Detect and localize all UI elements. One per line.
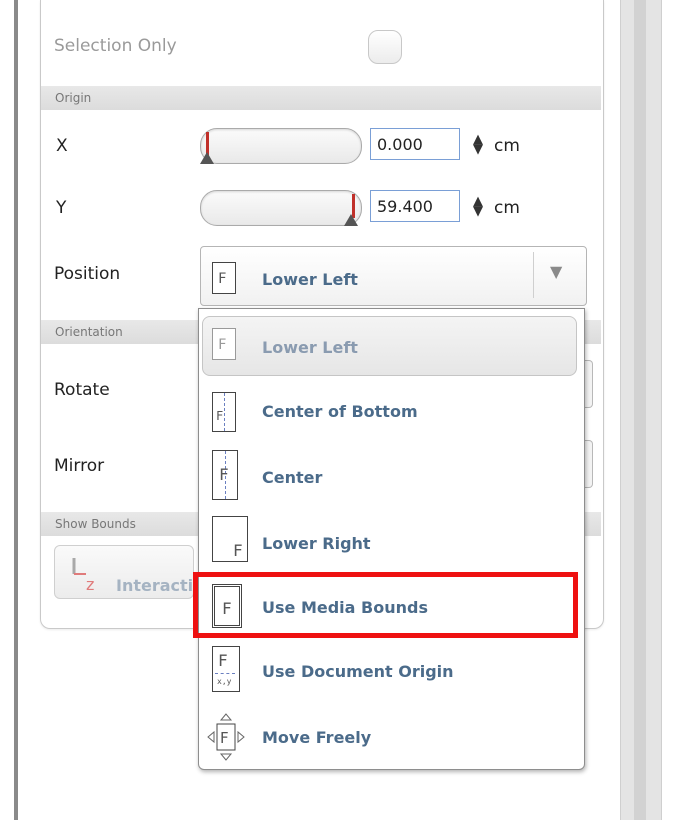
y-value-input[interactable]: 59.400 [370, 190, 460, 222]
option-move-freely[interactable] [204, 706, 574, 764]
x-slider-thumb[interactable] [200, 152, 214, 164]
option-label: Center [262, 468, 323, 487]
y-unit-label: cm [494, 198, 520, 218]
option-label: Center of Bottom [262, 402, 418, 421]
selection-only-label: Selection Only [54, 36, 177, 56]
scrollbar-track[interactable] [634, 0, 646, 820]
position-lower-right-icon: F [212, 516, 248, 562]
option-lower-left[interactable] [204, 318, 574, 376]
move-freely-icon: F [206, 712, 246, 762]
spin-down-icon[interactable]: ▼ [472, 205, 484, 218]
option-label: Move Freely [262, 728, 372, 747]
svg-text:z: z [86, 575, 94, 592]
position-combobox[interactable] [200, 246, 587, 306]
option-label: Use Document Origin [262, 662, 454, 681]
position-center-icon: F [212, 450, 238, 500]
x-spinner[interactable]: ▲ ▼ [472, 133, 484, 156]
selection-only-toggle[interactable] [368, 30, 402, 64]
option-lower-right[interactable] [204, 512, 574, 570]
chevron-down-icon[interactable]: ▼ [550, 262, 562, 281]
position-center-of-bottom-icon: F [212, 392, 236, 432]
svg-text:F: F [220, 729, 229, 747]
window-border [14, 0, 18, 820]
position-label: Position [54, 264, 121, 284]
option-label: Lower Right [262, 534, 371, 553]
y-label: Y [56, 198, 67, 218]
position-lower-left-icon: F [212, 328, 236, 360]
position-combobox-value: Lower Left [262, 270, 358, 289]
section-origin: Origin [41, 86, 601, 110]
position-lower-left-icon: F [212, 262, 236, 294]
option-label: Lower Left [262, 338, 358, 357]
combo-separator [533, 252, 534, 298]
interactive-icon: z [66, 556, 106, 594]
x-value-input[interactable]: 0.000 [370, 128, 460, 160]
option-center[interactable] [204, 448, 574, 506]
x-slider[interactable] [200, 128, 362, 164]
x-label: X [56, 136, 68, 156]
y-spinner[interactable]: ▲ ▼ [472, 195, 484, 218]
spin-down-icon[interactable]: ▼ [472, 143, 484, 156]
y-slider[interactable] [200, 190, 362, 226]
interactive-label: Interacti [116, 576, 194, 595]
y-slider-thumb[interactable] [344, 214, 358, 226]
rotate-label: Rotate [54, 380, 110, 400]
use-document-origin-icon: F x,y [212, 646, 240, 692]
highlight-annotation-box [193, 572, 578, 638]
x-unit-label: cm [494, 136, 520, 156]
mirror-label: Mirror [54, 456, 105, 476]
